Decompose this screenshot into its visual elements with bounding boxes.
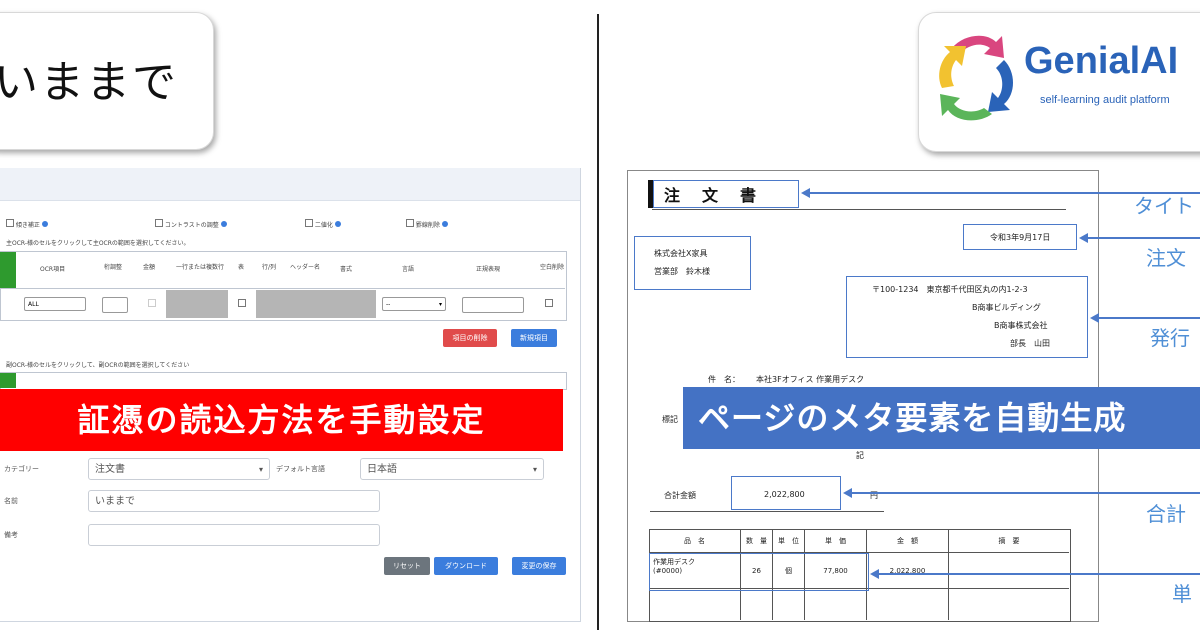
- instruction-main-ocr: 主OCR-様のセルをクリックして主OCRの範囲を選択してください。: [6, 240, 190, 247]
- red-banner-text: 証憑の読込方法を手動設定: [77, 401, 486, 439]
- doc-recipient-person: 営業部 鈴木様: [654, 267, 710, 276]
- th-ocr-item: OCR項目: [40, 266, 66, 273]
- trim-checkbox[interactable]: [545, 299, 553, 307]
- option-line-removal[interactable]: 罫線削除: [406, 219, 448, 229]
- left-callout-text: いままで: [0, 57, 178, 108]
- doc-date: 令和3年9月17日: [990, 233, 1051, 242]
- reset-button[interactable]: リセット: [384, 557, 430, 575]
- digit-input[interactable]: [102, 297, 128, 313]
- divider: [597, 14, 599, 630]
- settings-topbar: [0, 168, 580, 201]
- instruction-sub-ocr: 副OCR-様のセルをクリックして、副OCRの範囲を選択してください: [6, 362, 190, 369]
- table-rule: [0, 288, 565, 289]
- doc-ki: 記: [856, 451, 864, 460]
- download-button[interactable]: ダウンロード: [434, 557, 498, 575]
- lines-cell-disabled: [166, 290, 228, 318]
- ot-empty-cell: [741, 589, 773, 620]
- annotation-issuer: 発行: [1150, 326, 1190, 350]
- doc-subject-label: 件 名：: [708, 375, 740, 384]
- total-arrow-line: [850, 492, 1200, 494]
- name-input[interactable]: いままで: [88, 490, 380, 512]
- note-input[interactable]: [88, 524, 380, 546]
- doc-recipient-company: 株式会社X家具: [654, 249, 708, 258]
- default-language-label: デフォルト言語: [276, 465, 325, 473]
- ot-empty-cell: [649, 589, 741, 620]
- option-binarize[interactable]: 二値化: [305, 219, 341, 229]
- delete-item-button[interactable]: 項目の削除: [443, 329, 497, 347]
- sub-ocr-table-header: [0, 372, 567, 390]
- th-amount: 金額: [143, 264, 156, 271]
- default-language-select[interactable]: 日本語 ▾: [360, 458, 544, 480]
- doc-title-rule: [652, 209, 1066, 210]
- blue-banner-text: ページのメタ要素を自動生成: [698, 399, 1127, 437]
- ocr-item-input[interactable]: ALL: [24, 297, 86, 311]
- th-language: 言語: [402, 266, 415, 273]
- doc-subject-value: 本社3Fオフィス 作業用デスク: [756, 375, 865, 384]
- amount-checkbox[interactable]: [148, 299, 156, 307]
- category-label: カテゴリー: [4, 465, 39, 473]
- header-cells-disabled: [256, 290, 376, 318]
- ot-row-note: [949, 553, 1069, 589]
- ot-row-amount: 2,022,800: [867, 553, 949, 589]
- th-rowcol: 行/列: [262, 264, 277, 271]
- ot-empty-cell: [867, 589, 949, 620]
- annotation-order: 注文: [1146, 246, 1186, 270]
- language-select[interactable]: -- ▾: [382, 297, 446, 311]
- table-green-marker: [0, 252, 16, 288]
- row-highlight-box: [649, 553, 869, 591]
- logo-tagline: self-learning audit platform: [1040, 94, 1170, 106]
- annotation-unit: 単: [1172, 582, 1192, 606]
- recipient-highlight-box: [634, 236, 751, 290]
- doc-issuer-building: B商事ビルディング: [972, 303, 1041, 312]
- date-arrow-line: [1086, 237, 1200, 239]
- ot-header-note: 摘 要: [949, 529, 1069, 553]
- annotation-title: タイト: [1134, 194, 1194, 218]
- note-label: 備考: [4, 531, 18, 539]
- new-item-button[interactable]: 新規項目: [511, 329, 557, 347]
- doc-issuer-person: 部長 山田: [1010, 339, 1050, 348]
- name-label: 名前: [4, 497, 18, 505]
- ot-header-amount: 金 額: [867, 529, 949, 553]
- save-changes-button[interactable]: 変更の保存: [512, 557, 566, 575]
- category-select[interactable]: 注文書 ▾: [88, 458, 270, 480]
- doc-issuer-company: B商事株式会社: [994, 321, 1048, 330]
- th-table: 表: [238, 264, 245, 271]
- th-format: 書式: [340, 266, 353, 273]
- th-digit: 桁調整: [104, 264, 123, 271]
- annotation-total: 合計: [1146, 502, 1186, 526]
- issuer-arrow-line: [1097, 317, 1200, 319]
- logo-name: GenialAI: [1024, 40, 1179, 82]
- option-deskew[interactable]: 傾き補正: [6, 219, 48, 229]
- th-header: ヘッダー名: [290, 264, 321, 271]
- doc-side-text: 標記: [662, 415, 678, 424]
- ot-empty-cell: [773, 589, 805, 620]
- ot-header-item: 品 名: [649, 529, 741, 553]
- doc-total-value: 2,022,800: [764, 490, 805, 499]
- title-highlight-box: [653, 180, 799, 208]
- logo-arrows-icon: [939, 35, 1013, 121]
- ot-empty-cell: [805, 589, 867, 620]
- sub-table-green-marker: [0, 373, 16, 388]
- total-rule: [650, 511, 884, 512]
- ot-header-price: 単 価: [805, 529, 867, 553]
- table-checkbox[interactable]: [238, 299, 246, 307]
- regex-input[interactable]: [462, 297, 524, 313]
- doc-total-label: 合計金額: [664, 491, 696, 500]
- option-contrast[interactable]: コントラストの調整: [155, 219, 227, 229]
- th-lines: 一行または複数行: [176, 264, 225, 271]
- th-regex: 正規表現: [476, 266, 501, 273]
- ot-header-qty: 数 量: [741, 529, 773, 553]
- th-trim: 空白削除: [540, 264, 565, 271]
- unitprice-arrow-line: [877, 573, 1200, 575]
- ot-header-unit: 単 位: [773, 529, 805, 553]
- doc-issuer-address: 〒100-1234 東京都千代田区丸の内1-2-3: [872, 285, 1028, 294]
